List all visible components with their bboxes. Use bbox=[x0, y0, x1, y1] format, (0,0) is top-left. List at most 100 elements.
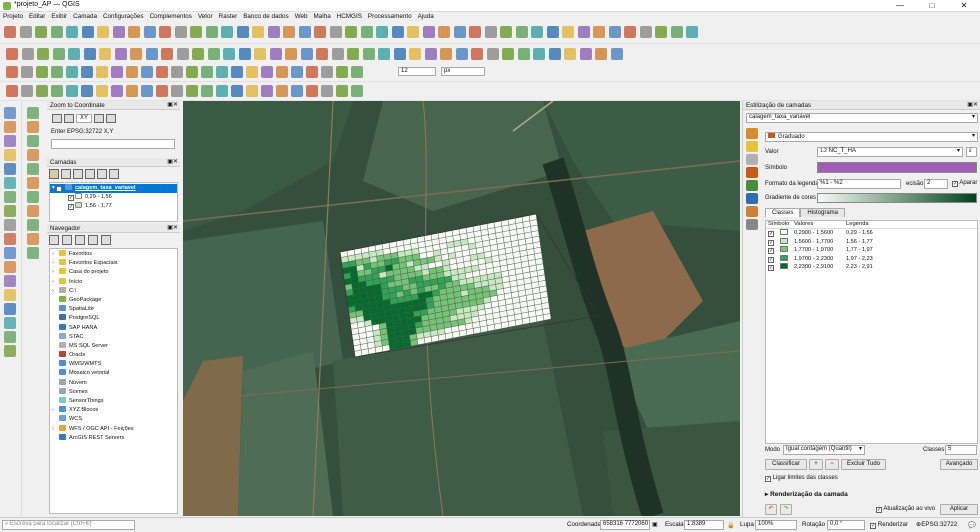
toolbar-tool-icon[interactable] bbox=[440, 48, 452, 60]
vertical-tool-icon[interactable] bbox=[4, 289, 16, 301]
vertical-tool-icon[interactable] bbox=[4, 191, 16, 203]
panel-close-icon[interactable]: ▣✕ bbox=[167, 224, 178, 233]
toolbar-tool-icon[interactable] bbox=[52, 48, 65, 60]
toolbar-tool-icon[interactable] bbox=[610, 48, 623, 60]
toolbar-tool-icon[interactable] bbox=[391, 26, 404, 38]
delete-all-button[interactable]: Excluir Tudo bbox=[841, 459, 886, 470]
map-tips-icon[interactable]: ▣ bbox=[652, 521, 658, 528]
refresh-icon[interactable] bbox=[62, 235, 72, 245]
vertical-tool-icon[interactable] bbox=[4, 303, 16, 315]
class-checkbox[interactable]: ✓ bbox=[768, 265, 774, 271]
toolbar-tool-icon[interactable] bbox=[201, 66, 213, 78]
toolbar-tool-icon[interactable] bbox=[66, 66, 78, 78]
browser-item[interactable]: SAP HANA bbox=[50, 323, 177, 333]
expression-icon[interactable]: ε bbox=[966, 147, 977, 157]
toolbar-tool-icon[interactable] bbox=[126, 66, 138, 78]
menu-item[interactable]: Complementos bbox=[147, 12, 195, 22]
live-update-checkbox[interactable]: ✓ Atualização ao vivo bbox=[876, 506, 935, 513]
toolbar-tool-icon[interactable] bbox=[261, 66, 273, 78]
precision-spinbox[interactable]: 2 bbox=[924, 179, 948, 189]
toolbar-tool-icon[interactable] bbox=[21, 85, 33, 97]
toolbar-tool-icon[interactable] bbox=[51, 85, 63, 97]
xy-button[interactable]: XY bbox=[76, 114, 93, 123]
class-checkbox[interactable]: ✓ bbox=[768, 248, 774, 254]
class-legend[interactable]: 1,56 - 1,77 bbox=[846, 238, 873, 247]
toolbar-tool-icon[interactable] bbox=[216, 85, 228, 97]
browser-item[interactable]: SpatiaLite bbox=[50, 305, 177, 314]
layer-rendering-section[interactable]: ▸ Renderização da camada bbox=[765, 490, 848, 498]
toolbar-tool-icon[interactable] bbox=[300, 48, 313, 60]
toolbar-tool-icon[interactable] bbox=[81, 66, 93, 78]
browser-item[interactable]: Oracle bbox=[50, 351, 177, 360]
toolbar-tool-icon[interactable] bbox=[36, 66, 48, 78]
class-row[interactable]: ✓ 1,7700 - 1,9700 1,77 - 1,97 bbox=[766, 246, 977, 255]
toolbar-tool-icon[interactable] bbox=[276, 85, 288, 97]
toolbar-tool-icon[interactable] bbox=[143, 26, 156, 38]
toolbar-tool-icon[interactable] bbox=[159, 26, 171, 38]
toolbar-tool-icon[interactable] bbox=[201, 85, 213, 97]
browser-item[interactable]: SensorThings bbox=[50, 397, 177, 406]
vertical-tool-icon[interactable] bbox=[4, 275, 16, 287]
browser-item[interactable]: ArcGIS REST Servers bbox=[50, 433, 177, 443]
tab-classes[interactable]: Classes bbox=[765, 208, 801, 217]
style-section-icon[interactable] bbox=[746, 167, 758, 178]
style-section-icon[interactable] bbox=[746, 193, 758, 204]
vertical-tool-icon[interactable] bbox=[27, 247, 39, 259]
toolbar-tool-icon[interactable] bbox=[321, 85, 333, 97]
panel-close-icon[interactable]: ▣✕ bbox=[967, 101, 978, 110]
browser-item[interactable]: PostgreSQL bbox=[50, 314, 177, 323]
maximize-button[interactable]: □ bbox=[916, 0, 948, 12]
browser-item[interactable]: › Início bbox=[50, 277, 177, 287]
class-values[interactable]: 1,7700 - 1,9700 bbox=[794, 246, 833, 255]
info-icon[interactable] bbox=[101, 235, 111, 245]
toolbar-tool-icon[interactable] bbox=[161, 48, 173, 60]
vertical-tool-icon[interactable] bbox=[4, 163, 16, 175]
toolbar-tool-icon[interactable] bbox=[176, 48, 189, 60]
style-section-icon[interactable] bbox=[746, 180, 758, 191]
class-checkbox[interactable]: ✓ bbox=[768, 239, 774, 246]
toolbar-tool-icon[interactable] bbox=[564, 48, 576, 60]
crs-button[interactable]: ⊕EPSG:32722 bbox=[916, 521, 957, 528]
toolbar-tool-icon[interactable] bbox=[19, 26, 32, 38]
class-symbol-swatch[interactable] bbox=[780, 263, 788, 269]
toolbar-tool-icon[interactable] bbox=[393, 48, 406, 60]
vertical-tool-icon[interactable] bbox=[27, 107, 39, 119]
toolbar-tool-icon[interactable] bbox=[145, 48, 158, 60]
toolbar-tool-icon[interactable] bbox=[438, 26, 450, 38]
toolbar-tool-icon[interactable] bbox=[81, 85, 93, 97]
class-legend[interactable]: 1,77 - 1,97 bbox=[846, 246, 873, 255]
add-icon[interactable] bbox=[49, 235, 59, 245]
toolbar-tool-icon[interactable] bbox=[111, 66, 123, 78]
vertical-tool-icon[interactable] bbox=[4, 247, 16, 259]
expand-icon[interactable] bbox=[97, 169, 107, 179]
toolbar-tool-icon[interactable] bbox=[112, 26, 125, 38]
copy-icon[interactable] bbox=[106, 114, 117, 123]
tab-histograma[interactable]: Histograma bbox=[800, 208, 846, 217]
toolbar-tool-icon[interactable] bbox=[453, 26, 466, 38]
coordinate-field[interactable]: 658316 7772060 bbox=[600, 520, 650, 530]
browser-item[interactable]: › C:\ bbox=[50, 286, 177, 296]
vertical-tool-icon[interactable] bbox=[4, 317, 16, 329]
legend-checkbox[interactable]: ✓ bbox=[68, 204, 74, 211]
class-values[interactable]: 1,5600 - 1,7700 bbox=[794, 238, 833, 247]
toolbar-tool-icon[interactable] bbox=[231, 66, 243, 78]
toolbar-tool-icon[interactable] bbox=[114, 48, 127, 60]
link-class-boundaries-checkbox[interactable]: ✓ Ligar limites das classes bbox=[765, 475, 838, 482]
menu-item[interactable]: Processamento bbox=[365, 12, 415, 22]
vertical-tool-icon[interactable] bbox=[4, 331, 16, 343]
vertical-tool-icon[interactable] bbox=[4, 261, 16, 273]
messages-icon[interactable]: 💬 bbox=[968, 521, 976, 529]
remove-class-icon[interactable]: − bbox=[825, 459, 839, 470]
toolbar-tool-icon[interactable] bbox=[593, 26, 605, 38]
menu-item[interactable]: Malha bbox=[311, 12, 334, 22]
filter-icon[interactable] bbox=[85, 169, 95, 179]
trim-checkbox[interactable]: ✓ Aparar bbox=[952, 180, 977, 187]
class-row[interactable]: ✓ 0,2900 - 1,5600 0,29 - 1,56 bbox=[766, 229, 977, 238]
toolbar-tool-icon[interactable] bbox=[111, 85, 123, 97]
class-checkbox[interactable]: ✓ bbox=[768, 231, 774, 237]
toolbar-tool-icon[interactable] bbox=[99, 48, 111, 60]
menu-item[interactable]: Camada bbox=[70, 12, 100, 22]
class-legend[interactable]: 1,97 - 2,23 bbox=[846, 255, 873, 264]
toolbar-tool-icon[interactable] bbox=[484, 26, 497, 38]
toolbar-tool-icon[interactable] bbox=[407, 26, 419, 38]
